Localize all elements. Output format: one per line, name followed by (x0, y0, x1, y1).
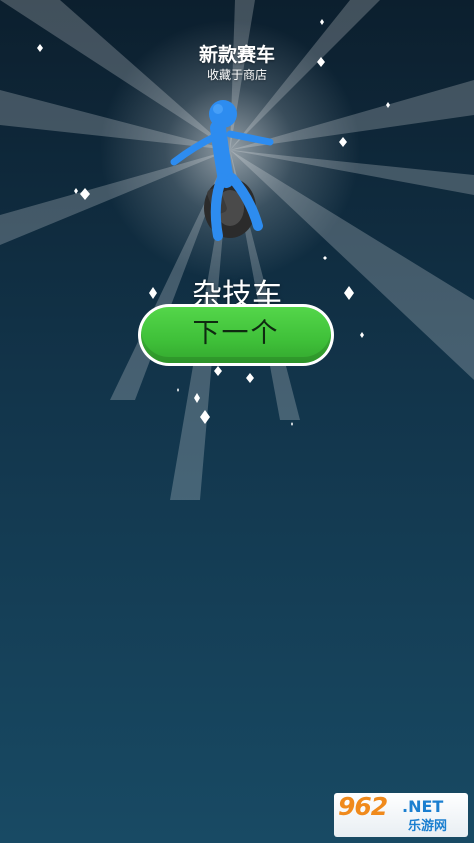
reward-title: 新款赛车 (198, 44, 275, 66)
watermark-badge: 962 .NET 乐游网 (334, 793, 468, 837)
next-button-face: 下一个 (141, 307, 331, 363)
reward-subtitle: 收藏于商店 (206, 68, 267, 82)
stickman-on-unicycle-icon (170, 100, 274, 241)
watermark-domain: .NET (402, 797, 444, 816)
next-button[interactable]: 下一个 (138, 304, 334, 366)
next-button-label: 下一个 (192, 318, 280, 349)
game-screen: 新款赛车 收藏于商店 杂技车 下一个 962 .NET 乐游网 (0, 0, 474, 843)
watermark-site-name: 乐游网 (408, 819, 448, 834)
